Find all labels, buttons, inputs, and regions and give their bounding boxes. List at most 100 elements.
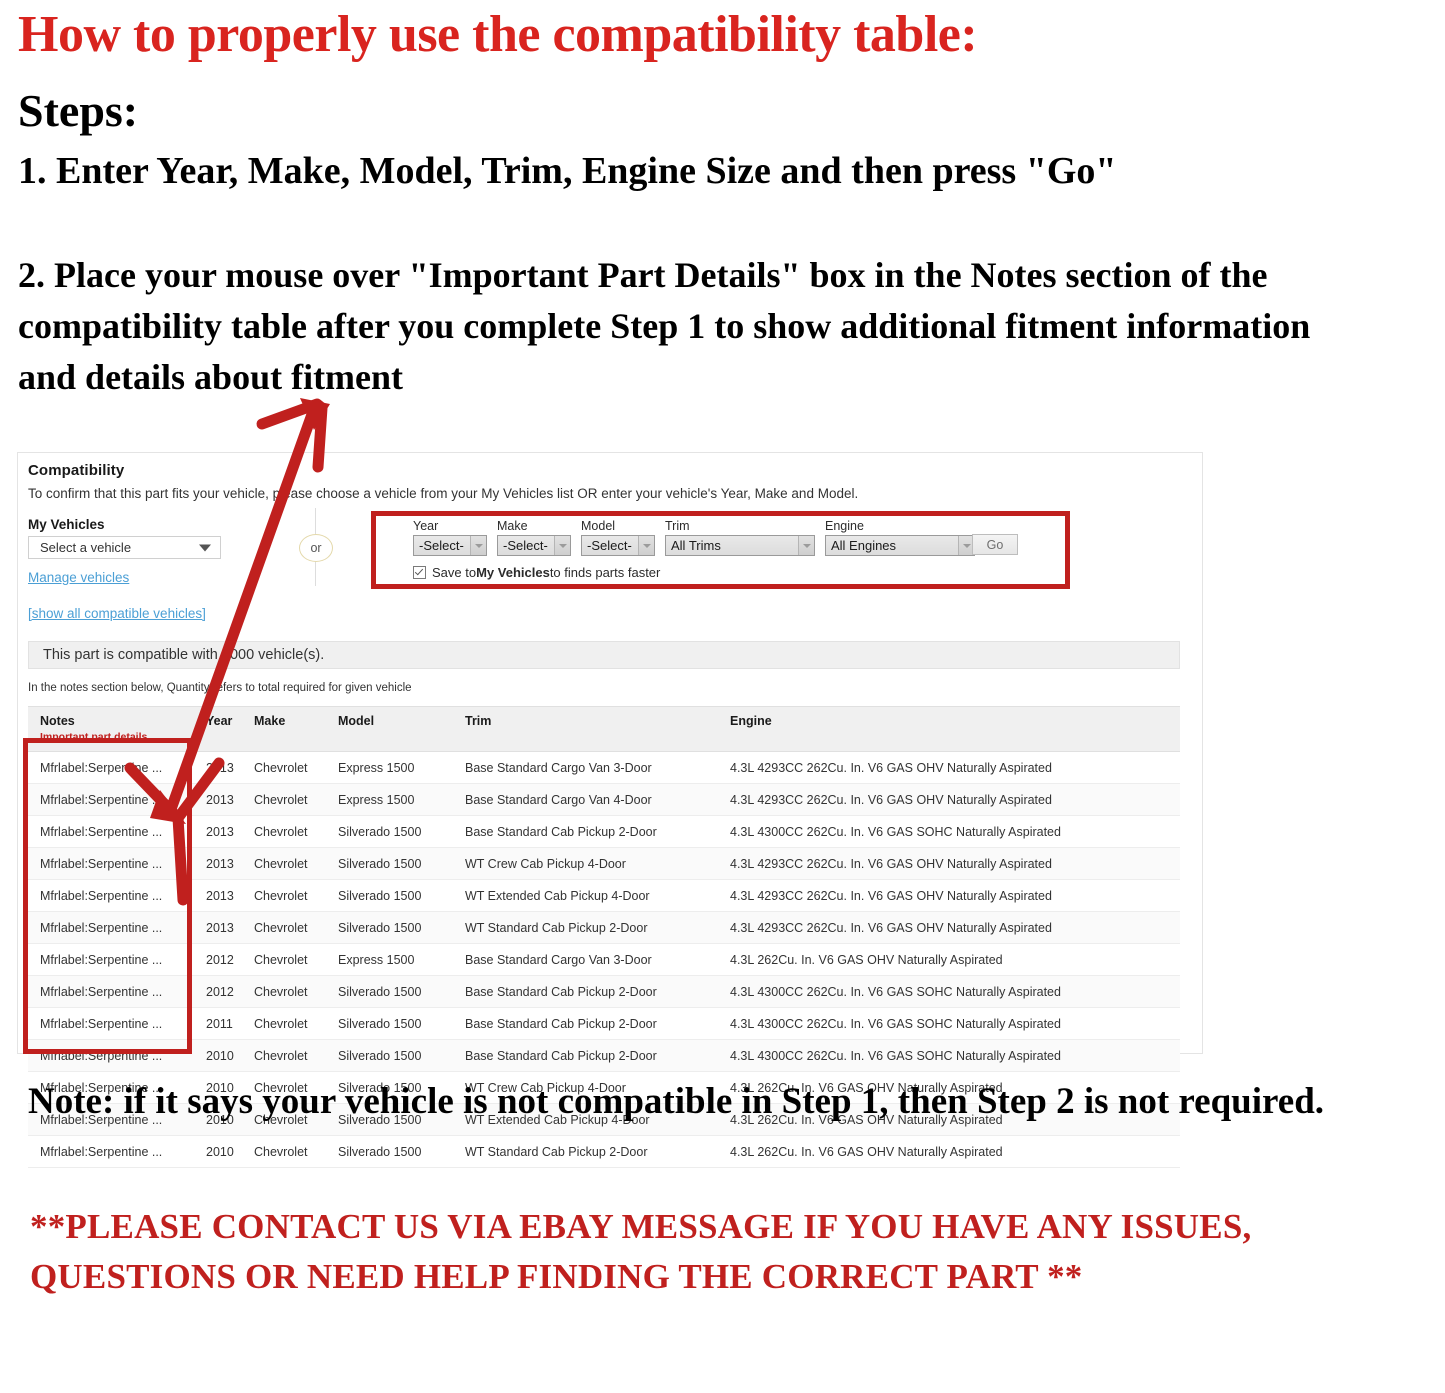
cell-notes[interactable]: Mfrlabel:Serpentine ... (28, 1007, 194, 1040)
cell-model: Express 1500 (326, 943, 453, 976)
cell-year: 2012 (194, 943, 242, 976)
table-header-label: Trim (465, 714, 492, 728)
cell-make: Chevrolet (242, 879, 326, 912)
cell-engine: 4.3L 4300CC 262Cu. In. V6 GAS SOHC Natur… (718, 1007, 1180, 1040)
cell-make: Chevrolet (242, 751, 326, 784)
table-header-label: Year (206, 714, 233, 728)
cell-model: Silverado 1500 (326, 847, 453, 880)
select-engine[interactable]: All Engines (825, 535, 975, 556)
cell-notes[interactable]: Mfrlabel:Serpentine ... (28, 911, 194, 944)
cell-make: Chevrolet (242, 1135, 326, 1168)
field-year: Year -Select- (413, 519, 487, 556)
bottom-note-text: Note: if it says your vehicle is not com… (28, 1081, 1325, 1122)
or-divider: or (299, 508, 333, 586)
cell-notes[interactable]: Mfrlabel:Serpentine ... (28, 783, 194, 816)
cell-model: Silverado 1500 (326, 1007, 453, 1040)
cell-year: 2013 (194, 783, 242, 816)
label-make: Make (497, 519, 528, 533)
cell-trim: Base Standard Cargo Van 3-Door (453, 751, 718, 784)
cell-make: Chevrolet (242, 911, 326, 944)
cell-year: 2013 (194, 751, 242, 784)
cell-model: Silverado 1500 (326, 815, 453, 848)
field-make: Make -Select- (497, 519, 571, 556)
select-value-trim: All Trims (671, 538, 721, 553)
cell-trim: Base Standard Cab Pickup 2-Door (453, 1039, 718, 1072)
checkbox-icon[interactable] (413, 566, 426, 579)
cell-make: Chevrolet (242, 943, 326, 976)
cell-year: 2011 (194, 1007, 242, 1040)
field-trim: Trim All Trims (665, 519, 815, 556)
chevron-down-icon (638, 536, 654, 555)
select-trim[interactable]: All Trims (665, 535, 815, 556)
cell-trim: Base Standard Cargo Van 4-Door (453, 783, 718, 816)
table-header-row: Notes Important part details Year Make Model… (28, 706, 1180, 752)
go-button[interactable]: Go (972, 534, 1018, 555)
table-header-model: Model (326, 706, 453, 752)
cell-model: Silverado 1500 (326, 1135, 453, 1168)
table-row: Mfrlabel:Serpentine ... 2013 Chevrolet Silv… (28, 911, 1180, 944)
cell-engine: 4.3L 262Cu. In. V6 GAS OHV Naturally Asp… (718, 1135, 1180, 1168)
chevron-down-icon (199, 544, 211, 551)
select-make[interactable]: -Select- (497, 535, 571, 556)
show-all-compatible-vehicles-link[interactable]: [show all compatible vehicles] (28, 606, 206, 621)
step-1-text: 1. Enter Year, Make, Model, Trim, Engine… (18, 150, 1117, 192)
save-to-my-vehicles-checkbox-row[interactable]: Save to My Vehicles to finds parts faste… (413, 565, 660, 580)
table-row: Mfrlabel:Serpentine ... 2011 Chevrolet Silv… (28, 1007, 1180, 1040)
select-model[interactable]: -Select- (581, 535, 655, 556)
step-2-text: 2. Place your mouse over "Important Part… (18, 255, 1311, 398)
table-header-label: Make (254, 714, 286, 728)
compatibility-heading: Compatibility (28, 462, 125, 479)
compatibility-count-banner: This part is compatible with 1000 vehicl… (28, 641, 1180, 669)
cell-trim: WT Extended Cab Pickup 4-Door (453, 879, 718, 912)
cell-notes[interactable]: Mfrlabel:Serpentine ... (28, 751, 194, 784)
label-model: Model (581, 519, 616, 533)
cell-notes[interactable]: Mfrlabel:Serpentine ... (28, 975, 194, 1008)
cell-trim: Base Standard Cab Pickup 2-Door (453, 815, 718, 848)
cell-notes[interactable]: Mfrlabel:Serpentine ... (28, 1039, 194, 1072)
table-row: Mfrlabel:Serpentine ... 2013 Chevrolet Expr… (28, 751, 1180, 784)
table-row: Mfrlabel:Serpentine ... 2013 Chevrolet Silv… (28, 815, 1180, 848)
cell-notes[interactable]: Mfrlabel:Serpentine ... (28, 1135, 194, 1168)
cell-year: 2013 (194, 815, 242, 848)
table-row: Mfrlabel:Serpentine ... 2010 Chevrolet Silv… (28, 1135, 1180, 1168)
cell-year: 2010 (194, 1135, 242, 1168)
my-vehicles-label: My Vehicles (28, 517, 105, 532)
cell-engine: 4.3L 4300CC 262Cu. In. V6 GAS SOHC Natur… (718, 1039, 1180, 1072)
cell-engine: 4.3L 4293CC 262Cu. In. V6 GAS OHV Natura… (718, 783, 1180, 816)
cell-make: Chevrolet (242, 1039, 326, 1072)
cell-notes[interactable]: Mfrlabel:Serpentine ... (28, 815, 194, 848)
table-row: Mfrlabel:Serpentine ... 2012 Chevrolet Expr… (28, 943, 1180, 976)
save-bold-label: My Vehicles (476, 565, 550, 580)
steps-label: Steps: (18, 85, 139, 136)
select-value-model: -Select- (587, 538, 632, 553)
label-engine: Engine (825, 519, 864, 533)
cell-year: 2012 (194, 975, 242, 1008)
table-header: Notes Important part details Year Make Model… (28, 706, 1180, 752)
cell-model: Express 1500 (326, 783, 453, 816)
table-header-label: Notes (40, 714, 75, 728)
cell-year: 2013 (194, 911, 242, 944)
cell-engine: 4.3L 4293CC 262Cu. In. V6 GAS OHV Natura… (718, 847, 1180, 880)
cell-make: Chevrolet (242, 815, 326, 848)
cell-notes[interactable]: Mfrlabel:Serpentine ... (28, 879, 194, 912)
cell-model: Express 1500 (326, 751, 453, 784)
cell-engine: 4.3L 4293CC 262Cu. In. V6 GAS OHV Natura… (718, 879, 1180, 912)
cell-notes[interactable]: Mfrlabel:Serpentine ... (28, 943, 194, 976)
table-row: Mfrlabel:Serpentine ... 2010 Chevrolet Silv… (28, 1039, 1180, 1072)
manage-vehicles-link[interactable]: Manage vehicles (28, 570, 129, 585)
cell-notes[interactable]: Mfrlabel:Serpentine ... (28, 847, 194, 880)
important-part-details-label[interactable]: Important part details (40, 731, 194, 743)
table-row: Mfrlabel:Serpentine ... 2013 Chevrolet Silv… (28, 879, 1180, 912)
select-year[interactable]: -Select- (413, 535, 487, 556)
table-header-notes: Notes Important part details (28, 706, 194, 752)
my-vehicles-select[interactable]: Select a vehicle (28, 536, 221, 559)
chevron-down-icon (798, 536, 814, 555)
field-engine: Engine All Engines (825, 519, 975, 556)
cell-year: 2013 (194, 879, 242, 912)
page-title: How to properly use the compatibility ta… (18, 6, 978, 63)
cell-trim: Base Standard Cargo Van 3-Door (453, 943, 718, 976)
table-row: Mfrlabel:Serpentine ... 2013 Chevrolet Expr… (28, 783, 1180, 816)
cell-engine: 4.3L 4293CC 262Cu. In. V6 GAS OHV Natura… (718, 751, 1180, 784)
cell-trim: WT Standard Cab Pickup 2-Door (453, 1135, 718, 1168)
cell-model: Silverado 1500 (326, 975, 453, 1008)
